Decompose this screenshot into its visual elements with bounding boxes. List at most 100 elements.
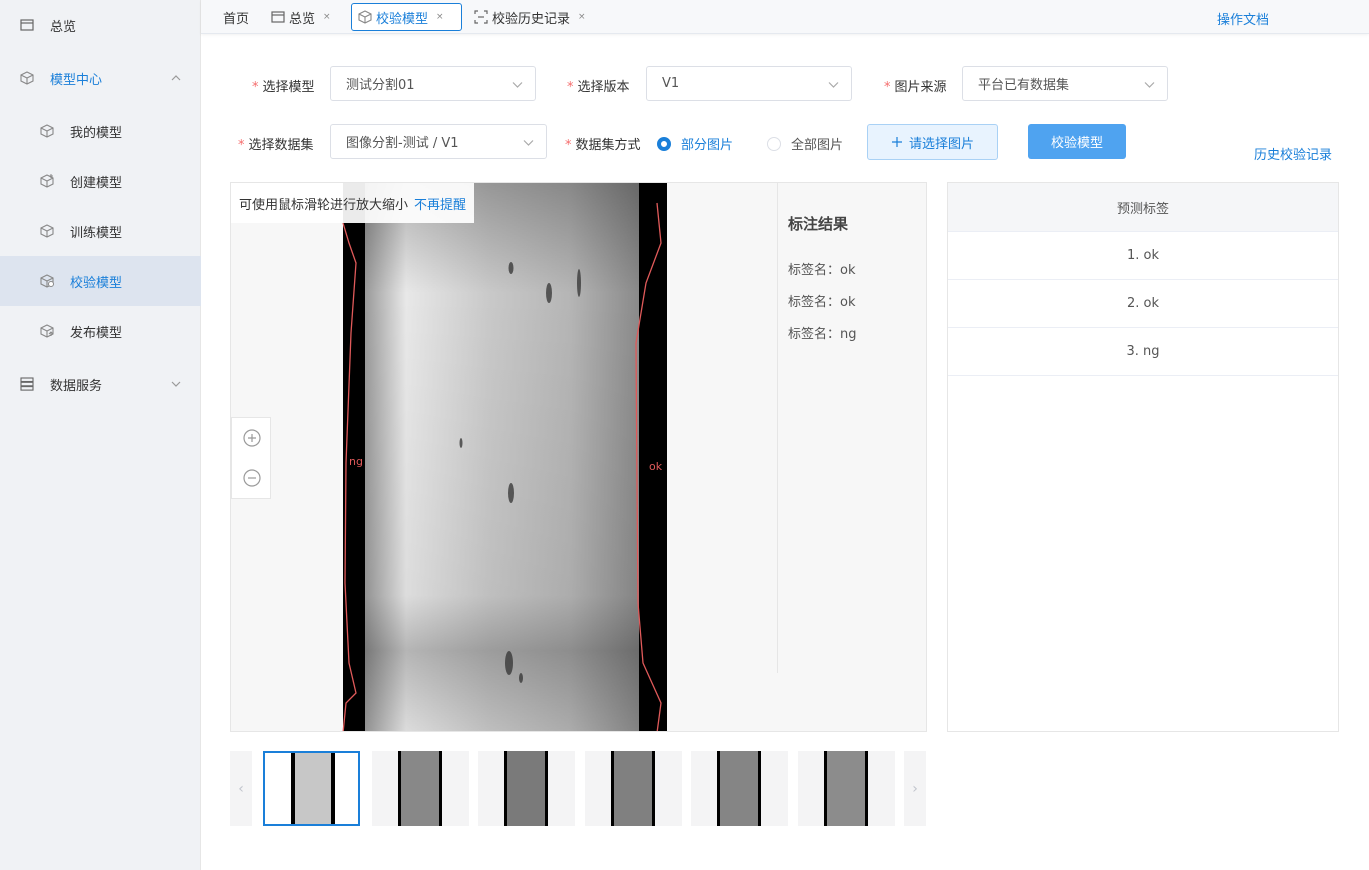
sidebar-item-train-model[interactable]: 训练模型 (0, 206, 201, 256)
chevron-up-icon (171, 75, 181, 81)
thumbnail-next-button[interactable]: › (904, 751, 926, 826)
model-label: * 选择模型 (252, 80, 315, 95)
database-icon (20, 377, 34, 391)
tab-overview[interactable]: 总览 × (271, 3, 331, 31)
thumbnail-image (611, 751, 655, 826)
thumbnail-item[interactable] (691, 751, 788, 826)
version-select[interactable]: V1 (646, 66, 852, 101)
tab-home[interactable]: 首页 (223, 3, 249, 31)
radio-all-images[interactable]: 全部图片 (767, 134, 843, 153)
zoom-in-icon[interactable] (242, 428, 262, 448)
thumbnail-item[interactable] (798, 751, 895, 826)
chevron-down-icon (1144, 82, 1155, 88)
thumbnail-image (398, 751, 442, 826)
overlay-label-ng: ng (349, 455, 363, 468)
thumbnail-item[interactable] (585, 751, 682, 826)
sidebar-item-label: 数据服务 (50, 378, 103, 394)
model-select-value: 测试分割01 (346, 78, 415, 93)
sidebar-item-label: 发布模型 (70, 325, 123, 341)
cube-publish-icon (40, 324, 54, 338)
tab-label: 总览 (289, 11, 316, 27)
sidebar-item-model-center[interactable]: 模型中心 (0, 53, 201, 103)
annotation-item: 标签名：ok (788, 263, 856, 278)
thumbnail-item[interactable] (478, 751, 575, 826)
version-label: * 选择版本 (567, 80, 630, 95)
radio-label: 全部图片 (791, 138, 844, 153)
chevron-down-icon (523, 140, 534, 146)
model-select[interactable]: 测试分割01 (330, 66, 536, 101)
overview-icon (271, 11, 285, 23)
scan-icon (474, 10, 488, 24)
sidebar-item-my-models[interactable]: 我的模型 (0, 106, 201, 156)
history-link[interactable]: 历史校验记录 (1254, 144, 1332, 163)
annotation-item: 标签名：ng (788, 327, 857, 342)
source-label: * 图片来源 (884, 80, 947, 95)
annotation-title: 标注结果 (788, 215, 849, 233)
chevron-down-icon (512, 82, 523, 88)
zoom-controls (231, 417, 271, 499)
prediction-row: 3. ng (948, 328, 1338, 376)
overlay-label-ok: ok (649, 460, 663, 473)
dataset-label: * 选择数据集 (238, 138, 314, 153)
chevron-down-icon (828, 82, 839, 88)
thumbnail-image (504, 751, 548, 826)
thumbnail-item[interactable] (372, 751, 469, 826)
annotation-panel: 标注结果 标签名：ok 标签名：ok 标签名：ng (777, 183, 926, 673)
tab-label: 首页 (223, 11, 250, 27)
dataset-select-value: 图像分割-测试 / V1 (346, 136, 459, 151)
docs-link[interactable]: 操作文档 (1217, 9, 1269, 28)
cube-icon (20, 71, 34, 85)
thumbnail-image (824, 751, 868, 826)
cube-icon (40, 124, 54, 138)
chevron-down-icon (171, 381, 181, 387)
sidebar-item-label: 我的模型 (70, 125, 123, 141)
dataset-select[interactable]: 图像分割-测试 / V1 (330, 124, 547, 159)
sidebar-item-label: 模型中心 (50, 72, 103, 88)
close-icon[interactable]: × (578, 12, 586, 22)
validate-model-button[interactable]: 校验模型 (1028, 124, 1126, 159)
cube-plus-icon (40, 174, 54, 188)
zoom-hint: 可使用鼠标滑轮进行放大缩小 不再提醒 (231, 183, 475, 223)
close-icon[interactable]: × (323, 12, 331, 22)
mode-label: * 数据集方式 (565, 138, 641, 153)
select-images-button[interactable]: 请选择图片 (867, 124, 998, 160)
tab-validation-history[interactable]: 校验历史记录 × (474, 3, 586, 31)
plus-icon (891, 137, 902, 147)
version-select-value: V1 (662, 76, 680, 91)
close-icon[interactable]: × (436, 12, 444, 22)
tab-bar: 首页 总览 × 校验模型 × 校验历史记录 × 操作文档 (201, 0, 1369, 34)
prediction-table: 预测标签 1. ok 2. ok 3. ng (947, 182, 1339, 732)
cube-icon (40, 224, 54, 238)
thumbnail-image (717, 751, 761, 826)
radio-label: 部分图片 (681, 138, 734, 153)
cube-check-icon (358, 10, 372, 24)
radio-dot (657, 136, 671, 151)
thumbnail-prev-button[interactable]: ‹ (230, 751, 252, 826)
radio-dot (767, 136, 781, 151)
tab-label: 校验模型 (376, 11, 429, 27)
sidebar-item-label: 训练模型 (70, 225, 123, 241)
overview-icon (20, 19, 34, 31)
sidebar-item-label: 校验模型 (70, 275, 123, 291)
sidebar: 总览 模型中心 我的模型 创建模型 训练模型 校验模型 发布模型 数据服务 (0, 0, 201, 870)
source-select-value: 平台已有数据集 (978, 78, 1070, 93)
source-select[interactable]: 平台已有数据集 (962, 66, 1168, 101)
cube-check-icon (40, 274, 54, 288)
sidebar-item-create-model[interactable]: 创建模型 (0, 156, 201, 206)
zoom-hint-text: 可使用鼠标滑轮进行放大缩小 (239, 197, 409, 213)
tab-validate-model[interactable]: 校验模型 × (351, 3, 462, 31)
annotation-item: 标签名：ok (788, 295, 856, 310)
dismiss-hint-link[interactable]: 不再提醒 (414, 194, 466, 213)
prediction-row: 1. ok (948, 232, 1338, 280)
thumbnail-item[interactable] (263, 751, 360, 826)
sidebar-item-data-service[interactable]: 数据服务 (0, 359, 201, 409)
sidebar-item-publish-model[interactable]: 发布模型 (0, 306, 201, 356)
sidebar-item-label: 创建模型 (70, 175, 123, 191)
sidebar-item-overview[interactable]: 总览 (0, 0, 201, 50)
prediction-row: 2. ok (948, 280, 1338, 328)
image-viewer[interactable]: ng ok 可使用鼠标滑轮进行放大缩小 不再提醒 标注结果 标签名：ok 标签名… (230, 182, 927, 732)
zoom-out-icon[interactable] (242, 468, 262, 488)
tab-label: 校验历史记录 (492, 11, 571, 27)
sidebar-item-validate-model[interactable]: 校验模型 (0, 256, 201, 306)
radio-partial-images[interactable]: 部分图片 (657, 134, 733, 153)
